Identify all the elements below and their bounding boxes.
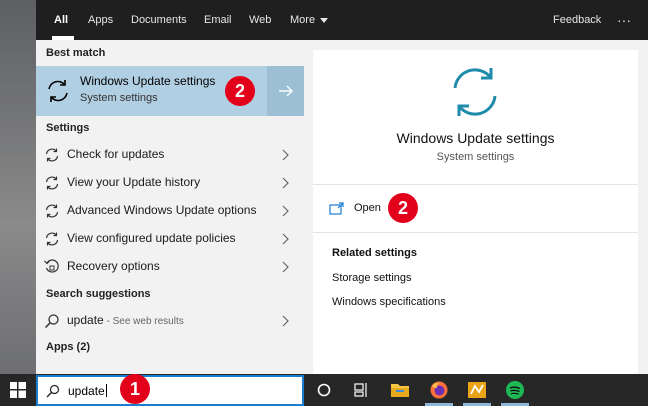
suggestion-label: update - See web results [67, 313, 184, 327]
tab-all[interactable]: All [54, 0, 68, 40]
step-badge-2: 2 [225, 76, 255, 106]
sync-icon [45, 176, 59, 190]
chevron-right-icon [282, 205, 289, 217]
suggestion-query: update [67, 313, 104, 327]
sync-icon [45, 148, 59, 162]
cortana-icon[interactable] [314, 380, 334, 400]
tab-web[interactable]: Web [249, 0, 271, 40]
windows-start-icon[interactable] [10, 382, 26, 398]
best-match-item[interactable]: Windows Update settings System settings [36, 66, 304, 116]
list-item[interactable]: View configured update policies [36, 225, 304, 253]
list-item-label: Advanced Windows Update options [67, 203, 257, 217]
sync-icon [48, 80, 68, 102]
chevron-right-icon [282, 233, 289, 245]
list-item-label: View configured update policies [67, 231, 236, 245]
step-badge-2: 2 [388, 193, 418, 223]
feedback-link[interactable]: Feedback [553, 0, 601, 40]
chevron-down-icon [320, 17, 329, 23]
related-settings-heading: Related settings [332, 247, 417, 259]
list-item[interactable]: Recovery options [36, 253, 304, 281]
web-suggestion-item[interactable]: update - See web results [36, 307, 304, 335]
search-tabs-bar: All Apps Documents Email Web More Feedba… [36, 0, 648, 40]
chevron-right-icon [282, 177, 289, 189]
list-item-label: Check for updates [67, 147, 165, 161]
search-icon [44, 314, 59, 329]
spotify-icon[interactable] [505, 380, 525, 400]
detail-subtitle: System settings [436, 151, 515, 163]
open-icon [329, 202, 344, 215]
results-list: Best match Windows Update settings Syste… [36, 40, 306, 374]
tab-documents[interactable]: Documents [131, 0, 187, 40]
best-match-title: Windows Update settings [80, 74, 216, 88]
search-input[interactable]: update [36, 375, 304, 406]
list-item[interactable]: View your Update history [36, 169, 304, 197]
tab-apps[interactable]: Apps [88, 0, 113, 40]
detail-pane: Windows Update settings System settings … [313, 50, 638, 374]
more-options-icon[interactable]: ··· [617, 0, 631, 40]
task-view-icon[interactable] [352, 380, 372, 400]
chevron-right-icon [282, 149, 289, 161]
related-link-storage[interactable]: Storage settings [332, 272, 412, 284]
chevron-right-icon [282, 315, 289, 327]
list-item-label: View your Update history [67, 175, 201, 189]
firefox-icon[interactable] [429, 380, 449, 400]
chevron-right-icon [282, 261, 289, 273]
detail-title: Windows Update settings [396, 130, 555, 146]
sync-icon [45, 232, 59, 246]
tab-more-label: More [290, 14, 316, 26]
desktop-background [0, 0, 36, 374]
expand-arrow-button[interactable] [267, 66, 304, 116]
text-cursor [105, 384, 107, 397]
tab-more[interactable]: More [290, 0, 329, 40]
open-label: Open [354, 202, 381, 214]
divider [313, 184, 638, 185]
step-badge-1: 1 [120, 374, 150, 404]
tab-email[interactable]: Email [204, 0, 232, 40]
sync-icon [45, 204, 59, 218]
best-match-subtitle: System settings [80, 92, 158, 104]
network-app-icon[interactable] [467, 380, 487, 400]
related-link-windows-specifications[interactable]: Windows specifications [332, 296, 446, 308]
arrow-right-icon [279, 85, 293, 97]
search-query-text: update [68, 384, 105, 398]
suggestion-suffix: - See web results [103, 316, 184, 327]
list-item[interactable]: Advanced Windows Update options [36, 197, 304, 225]
search-panel: All Apps Documents Email Web More Feedba… [36, 0, 648, 374]
list-item-label: Recovery options [67, 259, 160, 273]
search-icon [46, 384, 60, 398]
section-search-suggestions: Search suggestions [46, 288, 151, 300]
section-best-match: Best match [46, 47, 106, 59]
search-input-value: update [68, 384, 107, 398]
divider [313, 232, 638, 233]
section-settings: Settings [46, 122, 90, 134]
sync-icon [453, 68, 497, 116]
file-explorer-icon[interactable] [390, 380, 410, 400]
section-apps[interactable]: Apps (2) [46, 341, 90, 353]
list-item[interactable]: Check for updates [36, 141, 304, 169]
recovery-icon [44, 259, 59, 273]
